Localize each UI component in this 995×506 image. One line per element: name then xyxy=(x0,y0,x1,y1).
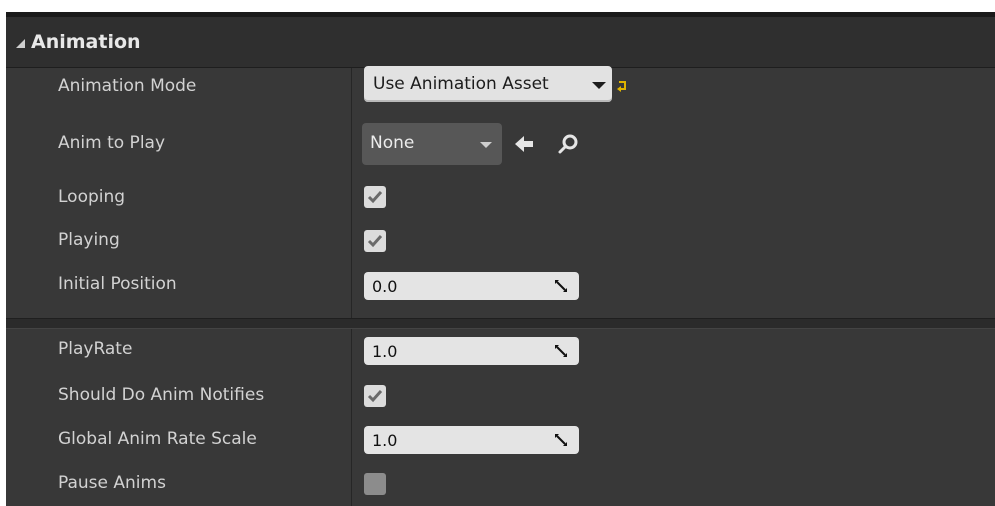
reset-to-default-icon[interactable] xyxy=(615,79,629,93)
play-rate-field[interactable]: 1.0 xyxy=(364,337,579,365)
collapse-triangle-icon[interactable] xyxy=(16,39,25,48)
playing-label: Playing xyxy=(58,230,120,250)
initial-position-value: 0.0 xyxy=(372,277,398,296)
looping-label: Looping xyxy=(58,187,126,207)
animation-mode-label: Animation Mode xyxy=(58,76,197,96)
should-do-anim-notifies-label: Should Do Anim Notifies xyxy=(58,385,265,405)
spin-drag-icon[interactable] xyxy=(554,279,568,293)
spin-drag-icon[interactable] xyxy=(554,344,568,358)
column-divider[interactable] xyxy=(351,68,352,318)
chevron-down-icon xyxy=(480,142,492,148)
section-title: Animation xyxy=(31,31,141,53)
should-do-anim-notifies-checkbox[interactable] xyxy=(364,385,386,407)
checkmark-icon xyxy=(367,235,383,248)
initial-position-field[interactable]: 0.0 xyxy=(364,272,579,300)
initial-position-label: Initial Position xyxy=(58,274,177,294)
anim-to-play-label: Anim to Play xyxy=(58,133,166,153)
pause-anims-label: Pause Anims xyxy=(58,473,166,493)
anim-to-play-dropdown[interactable]: None xyxy=(362,123,502,165)
chevron-down-icon xyxy=(592,82,606,89)
animation-section-header[interactable]: Animation xyxy=(6,17,995,68)
global-anim-rate-scale-label: Global Anim Rate Scale xyxy=(58,429,257,449)
spin-drag-icon[interactable] xyxy=(554,433,568,447)
pause-anims-checkbox[interactable] xyxy=(364,473,386,495)
anim-to-play-value: None xyxy=(370,133,415,153)
checkmark-icon xyxy=(367,191,383,204)
play-rate-value: 1.0 xyxy=(372,342,398,361)
checkmark-icon xyxy=(367,390,383,403)
play-rate-label: PlayRate xyxy=(58,339,133,359)
details-panel: Animation Animation Mode Use Animation A… xyxy=(6,12,995,506)
search-icon[interactable] xyxy=(557,133,579,155)
global-anim-rate-scale-value: 1.0 xyxy=(372,431,398,450)
column-divider[interactable] xyxy=(351,329,352,506)
animation-mode-value: Use Animation Asset xyxy=(373,74,549,94)
global-anim-rate-scale-field[interactable]: 1.0 xyxy=(364,426,579,454)
playing-checkbox[interactable] xyxy=(364,230,386,252)
looping-checkbox[interactable] xyxy=(364,186,386,208)
category-separator xyxy=(6,318,995,329)
animation-mode-dropdown[interactable]: Use Animation Asset xyxy=(364,66,612,102)
left-arrow-icon[interactable] xyxy=(513,134,535,154)
